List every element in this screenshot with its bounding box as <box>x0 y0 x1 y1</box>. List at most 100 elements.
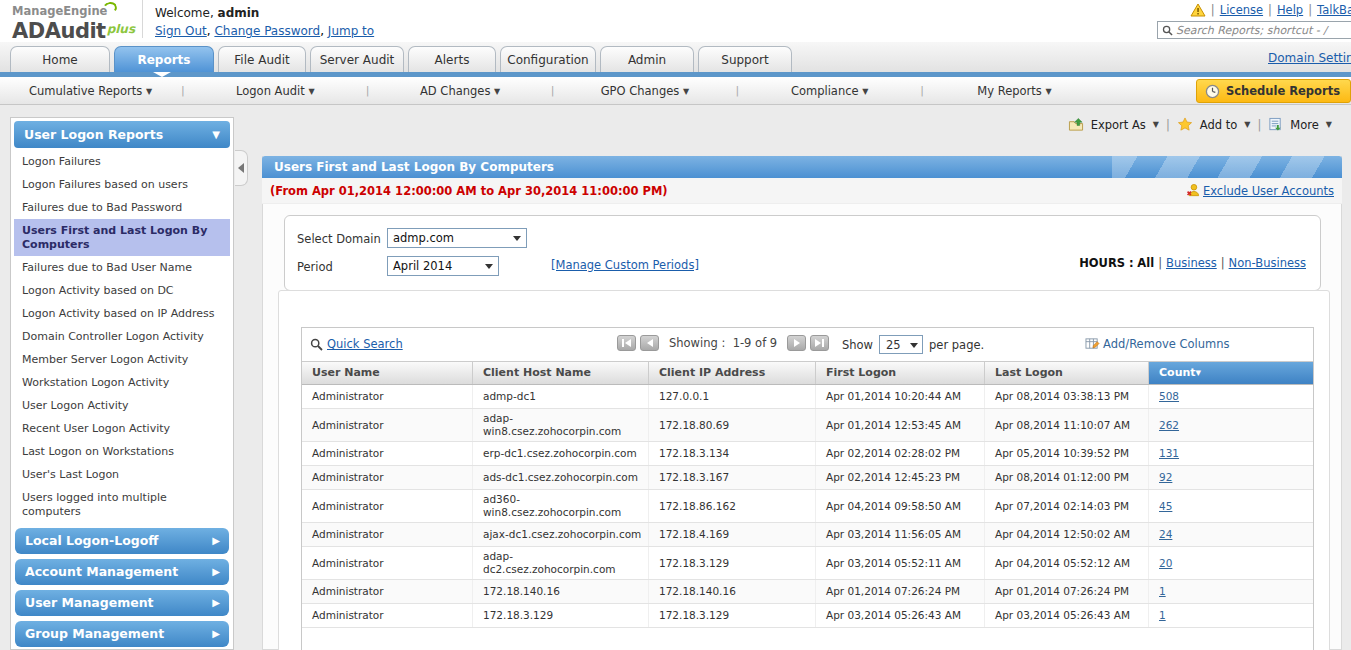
adaudit-logo[interactable]: ManageEngine ADAuditplus <box>0 0 138 42</box>
count-link[interactable]: 262 <box>1159 419 1179 432</box>
sidebar-item[interactable]: Member Server Logon Activity <box>14 348 230 371</box>
sidebar-header-user-logon-reports[interactable]: User Logon Reports▼ <box>14 121 230 148</box>
chevron-down-icon: ▼ <box>1326 120 1332 129</box>
cell-ip: 172.18.3.134 <box>648 442 815 465</box>
count-link[interactable]: 20 <box>1159 557 1172 570</box>
talkback-link[interactable]: TalkBack <box>1317 3 1351 17</box>
sidebar-item[interactable]: Recent User Logon Activity <box>14 417 230 440</box>
subnav-compliance[interactable]: Compliance ▼ <box>739 84 920 98</box>
add-remove-columns-icon <box>1085 337 1100 351</box>
sidebar-item[interactable]: Workstation Logon Activity <box>14 371 230 394</box>
tab-configuration[interactable]: Configuration <box>500 46 596 72</box>
sidebar-item[interactable]: Users First and Last Logon By Computers <box>14 219 230 256</box>
help-link[interactable]: Help <box>1277 3 1303 17</box>
sidebar-item[interactable]: Failures due to Bad User Name <box>14 256 230 279</box>
manage-custom-periods-link[interactable]: [Manage Custom Periods] <box>551 258 699 272</box>
sidebar-item[interactable]: Domain Controller Logon Activity <box>14 325 230 348</box>
hours-nonbusiness-link[interactable]: Non-Business <box>1229 256 1306 270</box>
count-link[interactable]: 131 <box>1159 447 1179 460</box>
sidebar-item[interactable]: Users logged into multiple computers <box>14 486 230 523</box>
exclude-user-accounts-link[interactable]: Exclude User Accounts <box>1203 184 1334 198</box>
count-link[interactable]: 508 <box>1159 390 1179 403</box>
count-link[interactable]: 1 <box>1159 609 1166 622</box>
domain-select[interactable]: admp.com <box>387 228 527 248</box>
license-link[interactable]: License <box>1220 3 1263 17</box>
cell-last: Apr 08,2014 01:12:00 PM <box>984 466 1148 489</box>
main-area: User Logon Reports▼ Logon FailuresLogon … <box>0 105 1351 650</box>
sidebar-section-user-management[interactable]: User Management▶ <box>15 590 229 616</box>
titlebar-stripes <box>1112 156 1342 178</box>
column-header-client-ip-address[interactable]: Client IP Address <box>648 362 815 384</box>
sidebar-item[interactable]: Logon Activity based on DC <box>14 279 230 302</box>
sidebar-item[interactable]: Logon Failures <box>14 150 230 173</box>
more-button[interactable]: More <box>1290 118 1319 132</box>
count-link[interactable]: 92 <box>1159 471 1172 484</box>
last-page-button[interactable] <box>810 335 829 351</box>
column-header-last-logon[interactable]: Last Logon <box>984 362 1148 384</box>
change-password-link[interactable]: Change Password <box>214 24 320 38</box>
first-page-button[interactable] <box>617 335 636 351</box>
table-row: Administratorajax-dc1.csez.zohocorpin.co… <box>302 523 1313 547</box>
column-header-user-name[interactable]: User Name <box>302 362 472 384</box>
sidebar-item[interactable]: User Logon Activity <box>14 394 230 417</box>
report-actions: Export As▼ | Add to▼ | More▼ <box>1068 117 1332 132</box>
cell-first: Apr 01,2014 12:53:45 AM <box>815 409 984 441</box>
table-row: Administratoradmp-dc1127.0.0.1Apr 01,201… <box>302 385 1313 409</box>
count-link[interactable]: 1 <box>1159 585 1166 598</box>
sidebar-item[interactable]: Logon Failures based on users <box>14 173 230 196</box>
sidebar-item[interactable]: Last Logon on Workstations <box>14 440 230 463</box>
hours-business-link[interactable]: Business <box>1166 256 1217 270</box>
schedule-reports-button[interactable]: Schedule Reports <box>1196 79 1351 103</box>
tab-file-audit[interactable]: File Audit <box>218 46 306 72</box>
subnav-logon-audit[interactable]: Logon Audit ▼ <box>185 84 366 98</box>
tab-server-audit[interactable]: Server Audit <box>310 46 404 72</box>
tab-support[interactable]: Support <box>698 46 792 72</box>
sidebar-section-group-management[interactable]: Group Management▶ <box>15 621 229 647</box>
tab-home[interactable]: Home <box>10 46 110 72</box>
table-row: Administratorad360-win8.csez.zohocorpin.… <box>302 490 1313 523</box>
cell-host: ads-dc1.csez.zohocorpin.com <box>472 466 648 489</box>
welcome-text: Welcome, admin <box>155 6 374 20</box>
sidebar-section-local-logon-logoff[interactable]: Local Logon-Logoff▶ <box>15 528 229 554</box>
cell-host: erp-dc1.csez.zohocorpin.com <box>472 442 648 465</box>
tab-admin[interactable]: Admin <box>600 46 694 72</box>
count-link[interactable]: 45 <box>1159 500 1172 513</box>
domain-settings-link[interactable]: Domain Settings <box>1268 51 1351 65</box>
cell-count: 1 <box>1148 580 1313 603</box>
per-page-label: per page. <box>929 338 984 352</box>
jump-to-link[interactable]: Jump to <box>328 24 374 38</box>
chevron-right-icon: ▶ <box>212 590 220 616</box>
count-link[interactable]: 24 <box>1159 528 1172 541</box>
cell-count: 20 <box>1148 547 1313 579</box>
quick-search-link[interactable]: Quick Search <box>327 337 403 351</box>
sidebar-item[interactable]: Logon Activity based on IP Address <box>14 302 230 325</box>
cell-host: adap-dc2.csez.zohocorpin.com <box>472 547 648 579</box>
table-row: Administrator172.18.3.129172.18.3.129Apr… <box>302 604 1313 628</box>
subnav-gpo-changes[interactable]: GPO Changes ▼ <box>554 84 735 98</box>
hours-all[interactable]: All <box>1137 256 1154 270</box>
period-select[interactable]: April 2014 <box>387 256 499 276</box>
tab-alerts[interactable]: Alerts <box>408 46 496 72</box>
export-as-button[interactable]: Export As <box>1091 118 1146 132</box>
add-to-button[interactable]: Add to <box>1200 118 1237 132</box>
sidebar-collapse-handle[interactable] <box>235 150 248 186</box>
search-input[interactable]: Search Reports; shortcut - / <box>1157 21 1351 39</box>
quick-search-icon <box>310 338 323 351</box>
column-header-client-host-name[interactable]: Client Host Name <box>472 362 648 384</box>
sidebar-item[interactable]: Failures due to Bad Password <box>14 196 230 219</box>
warning-icon[interactable] <box>1190 3 1206 17</box>
next-page-button[interactable] <box>787 335 806 351</box>
sign-out-link[interactable]: Sign Out <box>155 24 207 38</box>
subnav-cumulative-reports[interactable]: Cumulative Reports ▼ <box>0 84 181 98</box>
page-size-select[interactable]: 25 <box>879 335 923 354</box>
add-remove-columns-link[interactable]: Add/Remove Columns <box>1103 337 1230 351</box>
column-header-count[interactable]: Count▾ <box>1148 362 1313 384</box>
subnav-my-reports[interactable]: My Reports ▼ <box>924 84 1105 98</box>
sidebar-item[interactable]: User's Last Logon <box>14 463 230 486</box>
column-header-first-logon[interactable]: First Logon <box>815 362 984 384</box>
report-period-strip: (From Apr 01,2014 12:00:00 AM to Apr 30,… <box>262 178 1342 204</box>
subnav-ad-changes[interactable]: AD Changes ▼ <box>370 84 551 98</box>
tab-reports[interactable]: Reports <box>114 46 214 72</box>
sidebar-section-account-management[interactable]: Account Management▶ <box>15 559 229 585</box>
prev-page-button[interactable] <box>640 335 659 351</box>
